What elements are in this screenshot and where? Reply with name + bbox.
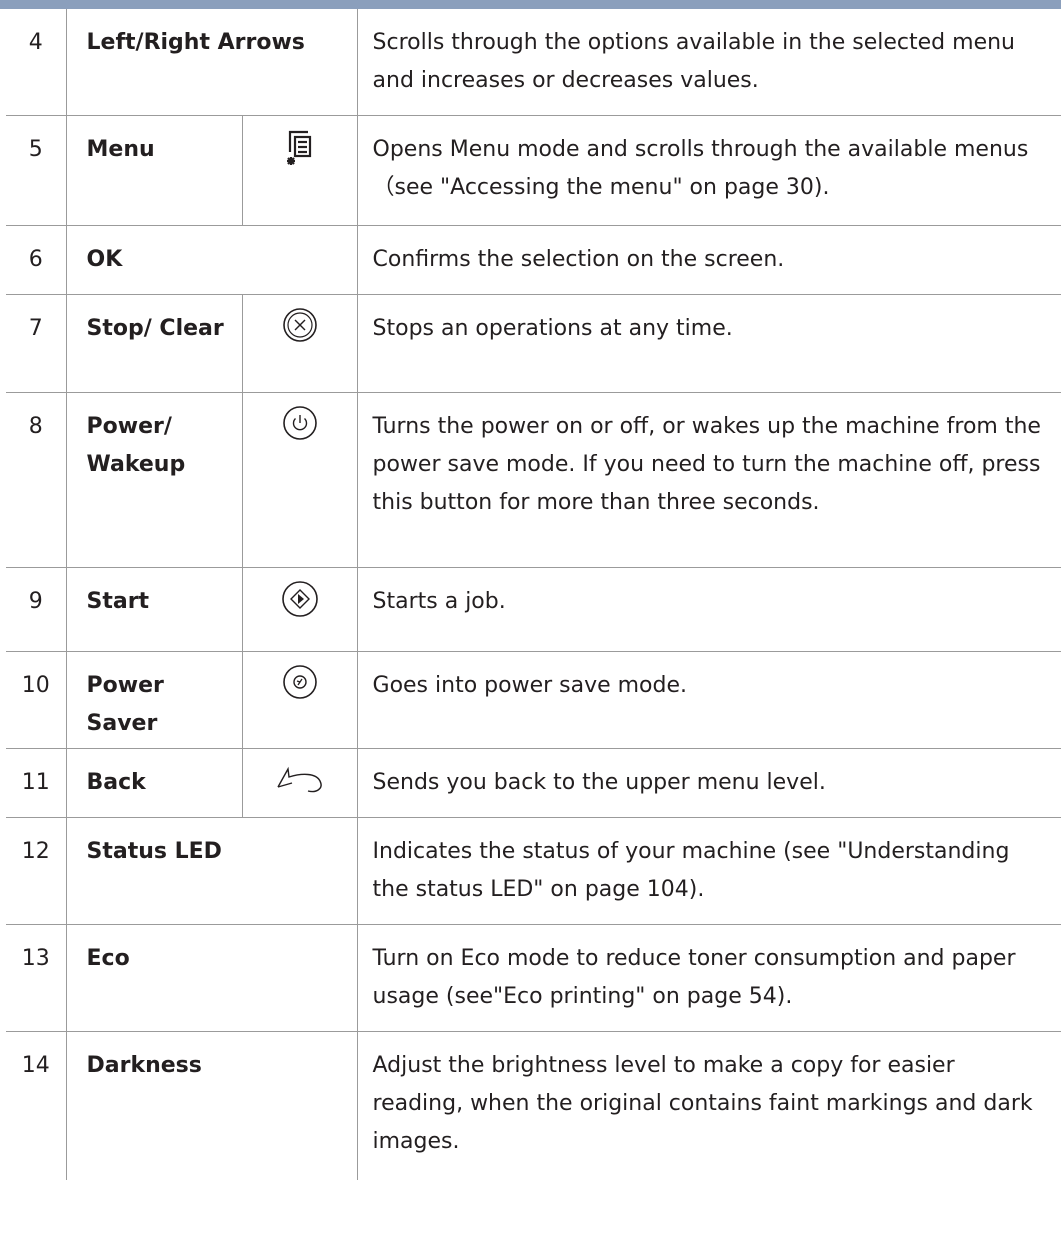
table-row: 5 Menu Opens Menu mode and scrolls throu… <box>6 115 1061 226</box>
power-icon <box>282 406 317 440</box>
table-row: 8 Power/ Wakeup Turns the power on or of… <box>6 392 1061 568</box>
row-number: 11 <box>6 748 67 818</box>
control-name: Power Saver <box>66 651 243 749</box>
row-number: 6 <box>6 225 67 295</box>
table-row: 11 Back Sends you back to the upper menu… <box>6 748 1061 818</box>
control-name: Eco <box>66 924 358 1032</box>
row-number: 5 <box>6 115 67 226</box>
row-number: 7 <box>6 294 67 393</box>
header-accent-bar <box>0 0 1061 9</box>
control-name: Back <box>66 748 243 818</box>
table-row: 14 Darkness Adjust the brightness level … <box>6 1031 1061 1180</box>
control-name: Left/Right Arrows <box>66 9 358 116</box>
control-description: Turn on Eco mode to reduce toner consump… <box>357 924 1061 1032</box>
table-row: 6 OK Confirms the selection on the scree… <box>6 225 1061 295</box>
control-description: Scrolls through the options available in… <box>357 9 1061 116</box>
menu-icon <box>286 130 311 165</box>
control-panel-table: 4 Left/Right Arrows Scrolls through the … <box>6 9 1061 1180</box>
control-name: Power/ Wakeup <box>66 392 243 568</box>
table-row: 12 Status LED Indicates the status of yo… <box>6 817 1061 925</box>
icon-cell <box>242 115 358 226</box>
table-row: 7 Stop/ Clear Stops an operations at any… <box>6 294 1061 393</box>
control-description: Adjust the brightness level to make a co… <box>372 1053 1033 1154</box>
control-description: Goes into power save mode. <box>357 651 1061 749</box>
control-name: OK <box>66 225 358 295</box>
power-saver-icon <box>282 665 317 699</box>
control-description: Starts a job. <box>357 567 1061 652</box>
control-name: Stop/ Clear <box>66 294 243 393</box>
start-icon <box>281 581 318 617</box>
back-icon <box>276 766 322 793</box>
table-row: 4 Left/Right Arrows Scrolls through the … <box>6 9 1061 116</box>
icon-cell <box>242 294 358 393</box>
row-number: 8 <box>6 392 67 568</box>
control-description: Sends you back to the upper menu level. <box>357 748 1061 818</box>
control-name: Status LED <box>66 817 358 925</box>
icon-cell <box>242 392 358 568</box>
control-description: Opens Menu mode and scrolls through the … <box>357 115 1061 226</box>
control-description: Indicates the status of your machine (se… <box>357 817 1061 925</box>
row-number: 4 <box>6 9 67 116</box>
row-number: 14 <box>6 1031 67 1180</box>
table-row: 13 Eco Turn on Eco mode to reduce toner … <box>6 924 1061 1032</box>
row-number: 13 <box>6 924 67 1032</box>
table-row: 10 Power Saver Goes into power save mode… <box>6 651 1061 749</box>
row-number: 9 <box>6 567 67 652</box>
table-row: 9 Start Starts a job. <box>6 567 1061 652</box>
icon-cell <box>242 651 358 749</box>
control-name: Menu <box>66 115 243 226</box>
control-description: Stops an operations at any time. <box>357 294 1061 393</box>
control-description: Turns the power on or off, or wakes up t… <box>357 392 1061 568</box>
icon-cell <box>242 748 358 818</box>
icon-cell <box>242 567 358 652</box>
stop-clear-icon <box>282 308 317 342</box>
row-number: 12 <box>6 817 67 925</box>
control-name: Darkness <box>66 1031 358 1180</box>
row-number: 10 <box>6 651 67 749</box>
control-description: Confirms the selection on the screen. <box>357 225 1061 295</box>
control-name: Start <box>66 567 243 652</box>
